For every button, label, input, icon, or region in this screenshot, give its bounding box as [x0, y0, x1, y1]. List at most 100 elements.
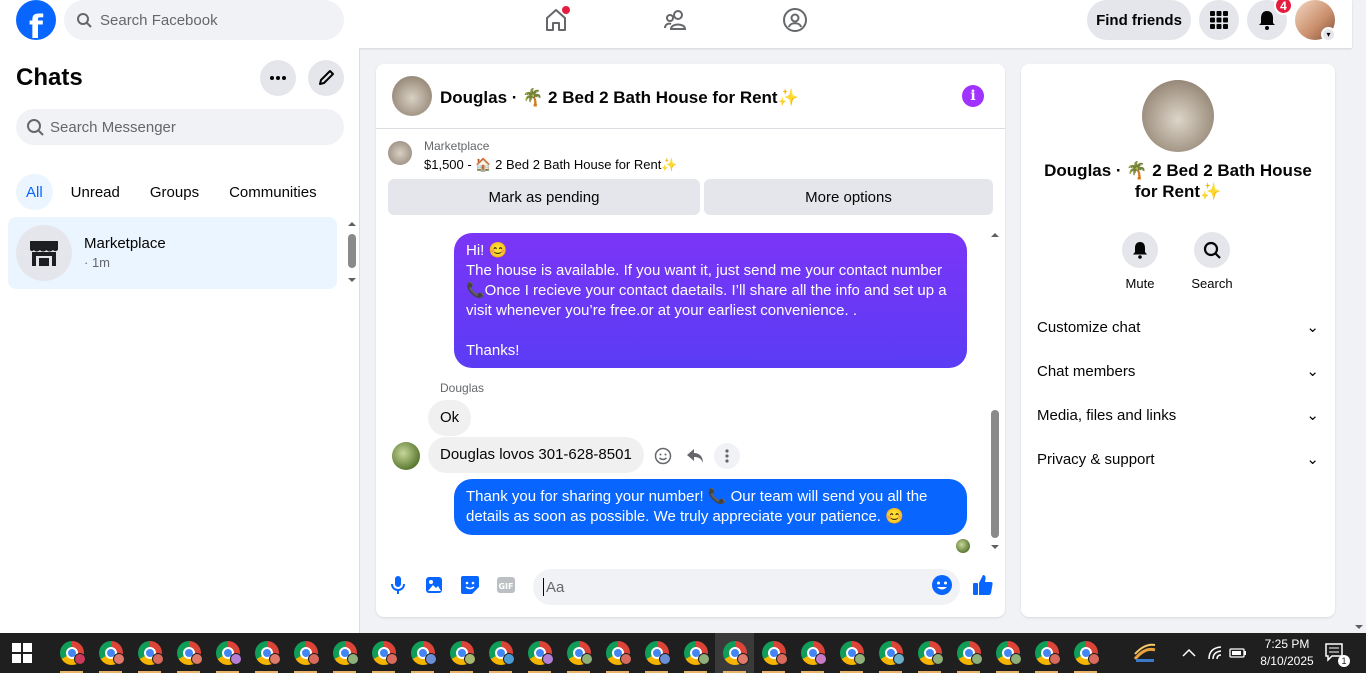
conversation-avatar[interactable] — [392, 76, 432, 116]
filter-all[interactable]: All — [16, 174, 53, 210]
taskbar-apps — [52, 633, 1105, 673]
message-line: Thanks! — [466, 342, 520, 359]
customize-chat-row[interactable]: Customize chat ⌄ — [1037, 309, 1319, 345]
taskbar-chrome-icon[interactable] — [325, 633, 364, 673]
mute-button[interactable]: Mute — [1110, 232, 1170, 291]
taskbar-chrome-icon[interactable] — [1066, 633, 1105, 673]
chevron-down-icon[interactable]: ▾ — [1321, 27, 1336, 42]
find-friends-button[interactable]: Find friends — [1087, 0, 1191, 40]
incoming-message[interactable]: Ok — [428, 400, 472, 436]
incoming-message[interactable]: Douglas lovos 301-628-8501 — [428, 437, 644, 473]
taskbar-chrome-icon[interactable] — [130, 633, 169, 673]
chat-members-row[interactable]: Chat members ⌄ — [1037, 353, 1319, 389]
taskbar-chrome-icon[interactable] — [676, 633, 715, 673]
like-thumbs-up-icon[interactable] — [972, 574, 994, 596]
outgoing-message[interactable]: Hi! 😊 The house is available. If you wan… — [454, 233, 967, 368]
chat-list-scrollbar[interactable] — [346, 220, 358, 286]
message-input[interactable]: Aa — [533, 569, 960, 605]
taskbar-chrome-icon[interactable] — [988, 633, 1027, 673]
taskbar-chrome-icon[interactable] — [442, 633, 481, 673]
profile-badge-icon — [386, 653, 398, 665]
taskbar-chrome-icon[interactable] — [598, 633, 637, 673]
profile-badge-icon — [659, 653, 671, 665]
microphone-icon[interactable] — [387, 574, 409, 596]
profile-badge-icon — [1010, 653, 1022, 665]
home-icon[interactable] — [540, 4, 572, 36]
taskbar-chrome-icon[interactable] — [754, 633, 793, 673]
details-name: Douglas · 🌴 2 Bed 2 Bath House for Rent✨ — [1044, 161, 1312, 201]
emoji-react-icon[interactable] — [650, 443, 676, 469]
listing-source-label: Marketplace — [424, 139, 490, 153]
page-scrollbar[interactable] — [1352, 48, 1366, 633]
gif-icon[interactable]: GIF — [495, 574, 517, 596]
profile-badge-icon — [581, 653, 593, 665]
taskbar-chrome-icon[interactable] — [637, 633, 676, 673]
reply-icon[interactable] — [682, 443, 708, 469]
wifi-icon[interactable] — [1207, 633, 1223, 673]
taskbar-chrome-icon[interactable] — [910, 633, 949, 673]
taskbar-chrome-icon[interactable] — [559, 633, 598, 673]
message-line: The house is available. If you want it, … — [466, 262, 947, 319]
sender-avatar[interactable] — [392, 442, 420, 470]
taskbar-chrome-icon[interactable] — [91, 633, 130, 673]
taskbar-chrome-icon[interactable] — [247, 633, 286, 673]
system-clock[interactable]: 7:25 PM 8/10/2025 — [1252, 636, 1322, 670]
media-files-links-row[interactable]: Media, files and links ⌄ — [1037, 397, 1319, 433]
notification-count: 1 — [1338, 655, 1350, 667]
taskbar-chrome-icon[interactable] — [871, 633, 910, 673]
emoji-icon[interactable] — [931, 574, 953, 596]
chat-list-item-marketplace[interactable]: Marketplace · 1m — [8, 217, 337, 289]
more-options-button[interactable]: More options — [704, 179, 993, 215]
message-line: Hi! 😊 — [466, 242, 508, 259]
menu-grid-button[interactable] — [1199, 0, 1239, 40]
taskbar-chrome-icon[interactable] — [481, 633, 520, 673]
chats-options-button[interactable] — [260, 60, 296, 96]
details-avatar[interactable] — [1142, 80, 1214, 152]
row-label: Customize chat — [1037, 318, 1141, 336]
messenger-search-input[interactable]: Search Messenger — [16, 109, 344, 145]
facebook-search-input[interactable]: Search Facebook — [64, 0, 344, 40]
filter-unread[interactable]: Unread — [59, 174, 132, 210]
thread-scrollbar[interactable] — [988, 230, 1002, 552]
notification-center-icon[interactable]: 1 — [1325, 633, 1350, 673]
chevron-up-icon[interactable] — [1182, 633, 1196, 673]
taskbar-chrome-icon[interactable] — [403, 633, 442, 673]
battery-icon[interactable] — [1229, 633, 1247, 673]
chat-filters: All Unread Groups Communities — [16, 174, 329, 210]
taskbar-chrome-icon[interactable] — [715, 633, 754, 673]
conversation-title[interactable]: Douglas · 🌴 2 Bed 2 Bath House for Rent✨ — [440, 88, 799, 108]
profile-badge-icon — [1049, 653, 1061, 665]
taskbar-chrome-icon[interactable] — [364, 633, 403, 673]
search-in-conversation-button[interactable]: Search — [1182, 232, 1242, 291]
sticker-icon[interactable] — [459, 574, 481, 596]
taskbar-chrome-icon[interactable] — [949, 633, 988, 673]
windows-start-icon[interactable] — [12, 643, 32, 663]
filter-communities[interactable]: Communities — [217, 174, 329, 210]
listing-thumbnail[interactable] — [388, 141, 412, 165]
facebook-logo[interactable]: f — [16, 0, 56, 40]
more-vertical-icon[interactable] — [714, 443, 740, 469]
taskbar-chrome-icon[interactable] — [52, 633, 91, 673]
photo-icon[interactable] — [423, 574, 445, 596]
taskbar-chrome-icon[interactable] — [208, 633, 247, 673]
friends-icon[interactable] — [660, 4, 692, 36]
profile-badge-icon — [1088, 653, 1100, 665]
taskbar-chrome-icon[interactable] — [1027, 633, 1066, 673]
outgoing-message[interactable]: Thank you for sharing your number! 📞 Our… — [454, 479, 967, 535]
taskbar-chrome-icon[interactable] — [286, 633, 325, 673]
taskbar-chrome-icon[interactable] — [169, 633, 208, 673]
info-icon[interactable]: i — [962, 85, 984, 107]
taskbar-chrome-icon[interactable] — [832, 633, 871, 673]
app-tray-icon[interactable] — [1132, 633, 1158, 673]
privacy-support-row[interactable]: Privacy & support ⌄ — [1037, 441, 1319, 477]
taskbar-chrome-icon[interactable] — [793, 633, 832, 673]
listing-price-title[interactable]: $1,500 - 🏠 2 Bed 2 Bath House for Rent✨ — [424, 157, 678, 173]
taskbar-chrome-icon[interactable] — [520, 633, 559, 673]
mark-as-pending-button[interactable]: Mark as pending — [388, 179, 700, 215]
new-message-button[interactable] — [308, 60, 344, 96]
profile-badge-icon — [503, 653, 515, 665]
filter-groups[interactable]: Groups — [138, 174, 211, 210]
chats-sidebar: Chats Search Messenger All Unread Groups… — [0, 48, 360, 633]
groups-icon[interactable] — [779, 4, 811, 36]
notifications-button[interactable]: 4 — [1247, 0, 1293, 40]
